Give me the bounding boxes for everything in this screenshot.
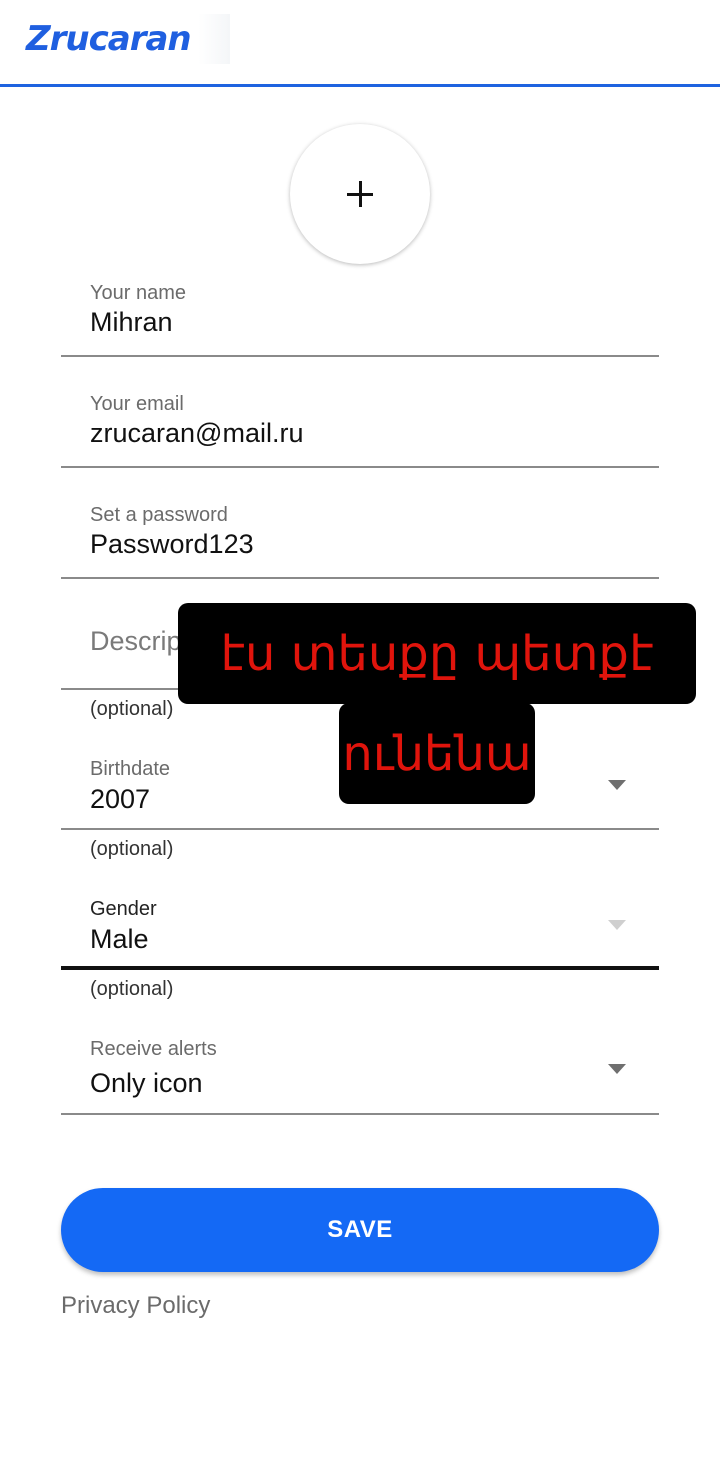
email-label: Your email xyxy=(90,393,184,415)
name-field[interactable]: Your name Mihran xyxy=(61,278,659,357)
annotation-overlay-line1: էս տեսքը պետքէ xyxy=(178,603,696,704)
gender-helper: (optional) xyxy=(90,978,174,1000)
birthdate-value: 2007 xyxy=(90,784,151,814)
password-field[interactable]: Set a password Password123 xyxy=(61,500,659,579)
chevron-down-icon xyxy=(608,920,626,930)
alerts-select[interactable]: Receive alerts Only icon xyxy=(61,1032,659,1115)
email-value: zrucaran@mail.ru xyxy=(90,418,304,448)
add-photo-button[interactable] xyxy=(290,124,430,264)
gender-value: Male xyxy=(90,924,149,954)
gender-label: Gender xyxy=(90,898,157,920)
save-button[interactable]: SAVE xyxy=(61,1188,659,1272)
alerts-value: Only icon xyxy=(90,1068,203,1098)
email-field[interactable]: Your email zrucaran@mail.ru xyxy=(61,389,659,468)
chevron-down-icon xyxy=(608,780,626,790)
annotation-overlay-line2: ունենա xyxy=(339,703,535,804)
logo-text: Zrucaran xyxy=(26,19,192,59)
name-label: Your name xyxy=(90,282,186,304)
description-helper: (optional) xyxy=(90,698,174,720)
chevron-down-icon xyxy=(608,1064,626,1074)
name-value: Mihran xyxy=(90,307,173,337)
password-label: Set a password xyxy=(90,504,228,526)
app-logo: Zrucaran xyxy=(20,14,230,64)
birthdate-helper: (optional) xyxy=(90,838,174,860)
alerts-label: Receive alerts xyxy=(90,1038,217,1060)
app-header: Zrucaran xyxy=(0,0,720,87)
birthdate-label: Birthdate xyxy=(90,758,171,780)
gender-select[interactable]: Gender Male xyxy=(61,892,659,970)
password-value: Password123 xyxy=(90,529,254,559)
plus-icon xyxy=(347,181,373,207)
privacy-policy-link[interactable]: Privacy Policy xyxy=(61,1292,210,1320)
